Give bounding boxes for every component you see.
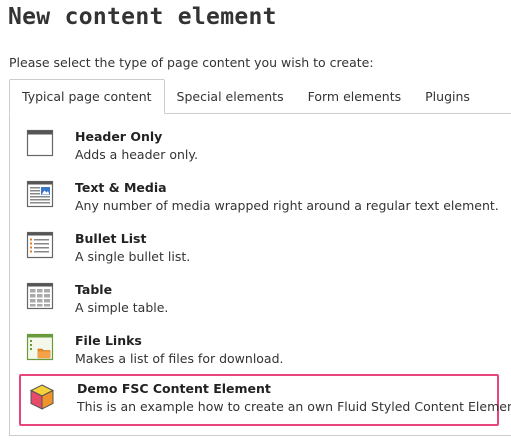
tab-label: Form elements (307, 89, 402, 104)
element-description: This is an example how to create an own … (77, 399, 511, 414)
element-demo-fsc[interactable]: Demo FSC Content Element This is an exam… (19, 374, 511, 426)
page-title: New content element (8, 4, 277, 30)
new-content-element-page: New content element Please select the ty… (0, 0, 511, 445)
element-table[interactable]: Table A simple table. (17, 279, 499, 327)
tab-bar: Typical page content Special elements Fo… (9, 79, 511, 114)
element-title: Bullet List (75, 231, 147, 246)
intro-text: Please select the type of page content y… (9, 55, 374, 70)
element-file-links[interactable]: File Links Makes a list of files for dow… (17, 330, 499, 378)
element-bullet-list[interactable]: Bullet List A single bullet list. (17, 228, 499, 276)
bullet-list-icon (26, 231, 54, 259)
element-description: Adds a header only. (75, 147, 198, 162)
tab-label: Typical page content (22, 89, 152, 104)
element-description: A single bullet list. (75, 249, 191, 264)
element-description: Makes a list of files for download. (75, 351, 284, 366)
element-text-media[interactable]: Text & Media Any number of media wrapped… (17, 177, 499, 225)
tab-plugins[interactable]: Plugins (413, 80, 482, 113)
element-description: A simple table. (75, 300, 169, 315)
text-media-icon (26, 180, 54, 208)
tab-special-elements[interactable]: Special elements (165, 80, 296, 113)
element-title: File Links (75, 333, 142, 348)
tab-typical-page-content[interactable]: Typical page content (9, 79, 165, 114)
tab-form-elements[interactable]: Form elements (296, 80, 414, 113)
element-header-only[interactable]: Header Only Adds a header only. (17, 126, 499, 174)
element-title: Table (75, 282, 113, 297)
element-title: Demo FSC Content Element (77, 381, 271, 396)
file-links-icon (26, 333, 54, 361)
tab-label: Special elements (176, 89, 284, 104)
element-title: Header Only (75, 129, 163, 144)
panel-bottom-border (9, 435, 511, 436)
element-description: Any number of media wrapped right around… (75, 198, 499, 213)
tab-label: Plugins (425, 89, 470, 104)
header-icon (26, 129, 54, 157)
cube-icon (29, 384, 55, 410)
table-icon (26, 282, 54, 310)
element-title: Text & Media (75, 180, 167, 195)
